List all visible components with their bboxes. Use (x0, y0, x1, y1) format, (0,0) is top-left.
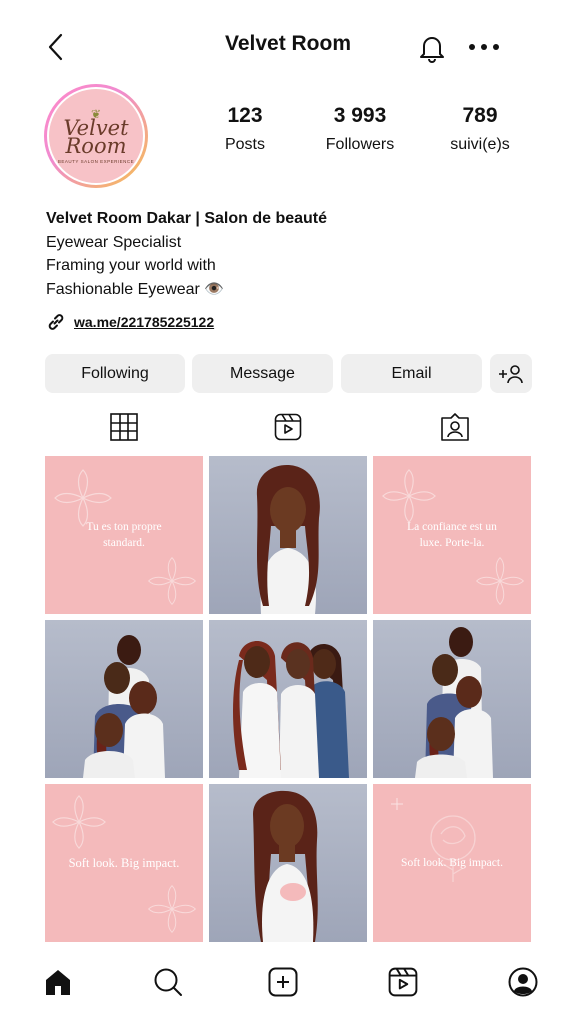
profile-link-text[interactable]: wa.me/221785225122 (74, 314, 214, 330)
post-quote: Soft look. Big impact. (68, 856, 180, 870)
stat-followers[interactable]: 3 993 Followers (316, 104, 404, 154)
post-quote: Tu es ton propre standard. (86, 521, 162, 549)
nav-create[interactable] (265, 964, 301, 1000)
stat-posts[interactable]: 123 Posts (214, 104, 276, 154)
plus-square-icon (268, 967, 298, 997)
post-quote: Soft look. Big impact. (401, 857, 503, 869)
nav-profile[interactable] (505, 964, 541, 1000)
bio-line: Framing your world with (46, 257, 216, 274)
stat-posts-value: 123 (227, 104, 263, 127)
reels-icon (388, 967, 418, 997)
profile-name: Velvet Room Dakar | Salon de beauté (46, 210, 328, 227)
post-tile[interactable]: La confiance est un luxe. Porte-la. (373, 456, 531, 614)
link-icon (48, 314, 64, 330)
tab-grid[interactable] (109, 412, 139, 442)
tagged-person-icon (441, 413, 469, 441)
bio-line: Eyewear Specialist (46, 233, 182, 251)
portrait-photo (256, 465, 320, 614)
post-tile[interactable] (373, 620, 531, 778)
group-photo (83, 635, 165, 778)
flower-icon (382, 469, 436, 523)
post-tile[interactable] (209, 456, 367, 614)
group-photo (415, 627, 493, 778)
post-tile[interactable]: Soft look. Big impact. (373, 784, 531, 942)
message-button[interactable]: Message (192, 354, 333, 393)
add-person-button[interactable] (490, 354, 532, 393)
bottom-navigation (0, 950, 576, 1024)
top-bar: Velvet Room (0, 0, 576, 90)
bell-icon (420, 37, 444, 63)
nav-reels[interactable] (385, 964, 421, 1000)
post-quote: La confiance est un luxe. Porte-la. (407, 521, 497, 549)
email-button[interactable]: Email (341, 354, 482, 393)
more-horizontal-icon (469, 44, 475, 50)
nav-search[interactable] (150, 964, 186, 1000)
avatar[interactable]: ❦ Velvet Room BEAUTY SALON EXPERIENCE (44, 84, 148, 188)
reels-icon (274, 413, 302, 441)
avatar-logo-sub: BEAUTY SALON EXPERIENCE (57, 158, 135, 164)
flower-icon (147, 556, 197, 606)
grid-icon (110, 413, 138, 441)
rose-icon (430, 815, 476, 882)
post-tile[interactable] (209, 620, 367, 778)
stat-followers-label: Followers (325, 136, 395, 153)
stat-posts-label: Posts (224, 136, 265, 153)
group-photo (233, 641, 349, 778)
profile-bio: Velvet Room Dakar | Salon de beauté Eyew… (46, 207, 327, 301)
following-button[interactable]: Following (45, 354, 185, 393)
stat-following[interactable]: 789 suivi(e)s (444, 104, 516, 154)
search-icon (154, 968, 182, 996)
profile-icon (508, 967, 538, 997)
flower-icon (475, 556, 525, 606)
post-tile[interactable]: Soft look. Big impact. (45, 784, 203, 942)
stat-followers-value: 3 993 (333, 104, 387, 127)
flower-icon (52, 795, 106, 849)
stat-following-label: suivi(e)s (450, 136, 510, 153)
post-tile[interactable] (209, 784, 367, 942)
more-options-button[interactable] (462, 30, 506, 64)
add-person-icon (499, 364, 523, 383)
back-button[interactable] (40, 30, 70, 64)
post-tile[interactable]: Tu es ton propre standard. (45, 456, 203, 614)
posts-grid: Tu es ton propre standard. La confiance … (45, 456, 531, 942)
chevron-left-icon (48, 33, 63, 61)
tab-reels[interactable] (273, 412, 303, 442)
bio-line: Fashionable Eyewear 👁️ (46, 280, 225, 298)
profile-tabs (0, 408, 576, 448)
sparkle-icon (391, 798, 403, 810)
profile-link[interactable]: wa.me/221785225122 (46, 312, 214, 332)
notifications-button[interactable] (414, 30, 450, 66)
post-tile[interactable] (45, 620, 203, 778)
portrait-photo (253, 790, 318, 942)
nav-home[interactable] (40, 964, 76, 1000)
avatar-logo-line2: Room (65, 133, 127, 158)
flower-icon (147, 884, 197, 934)
home-icon (46, 970, 70, 995)
tab-tagged[interactable] (440, 412, 470, 442)
stat-following-value: 789 (462, 104, 498, 127)
